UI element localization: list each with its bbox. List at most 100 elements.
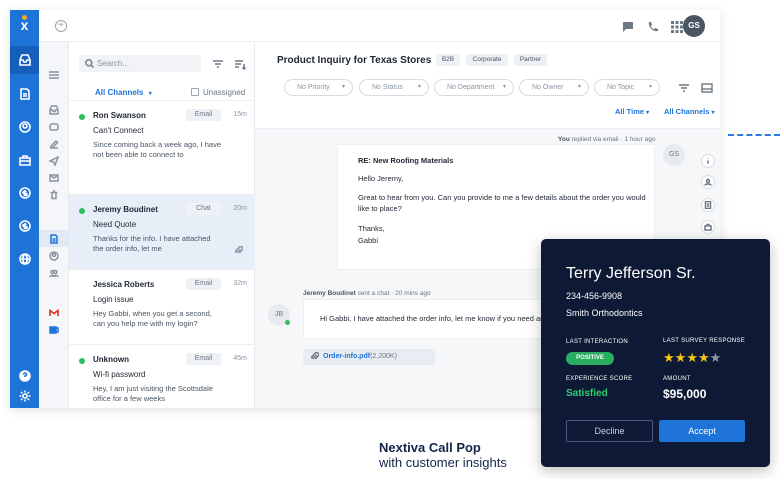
conversation-item[interactable]: Ron Swanson Email 15m Can't Connect Since co…	[69, 100, 255, 175]
channel-badge: Email	[186, 278, 221, 290]
message-preview: Hey, I am just visiting the Scottsdale o…	[93, 384, 213, 403]
chevron-down-icon: ▾	[646, 110, 650, 116]
phone-icon[interactable]	[647, 20, 659, 32]
tag-chip[interactable]: Partner	[514, 54, 547, 66]
group-icon[interactable]	[39, 264, 69, 281]
detail-channel-filter-dropdown[interactable]: All Channels ▾	[664, 107, 715, 116]
paperclip-icon	[234, 242, 244, 254]
send-icon[interactable]	[39, 152, 69, 169]
online-indicator	[79, 114, 85, 120]
primary-nav-rail: x	[10, 10, 39, 408]
star-filled-icon: ★	[697, 350, 710, 365]
inbox-icon[interactable]	[39, 101, 69, 118]
star-filled-icon: ★	[663, 350, 675, 365]
settings-icon[interactable]	[10, 382, 39, 408]
topic-filter[interactable]: No Topic ▾	[594, 79, 660, 96]
add-icon[interactable]: +	[55, 20, 67, 32]
priority-filter[interactable]: No Priority ▾	[284, 79, 353, 96]
tag-chip[interactable]: B2B	[436, 54, 460, 66]
layout-icon[interactable]	[701, 81, 713, 93]
puzzle-icon[interactable]	[701, 220, 715, 234]
email-greeting: Hello Jeremy,	[358, 174, 404, 183]
edit-icon[interactable]	[39, 135, 69, 152]
top-bar: + GS	[39, 10, 720, 42]
search-placeholder: Search...	[97, 59, 130, 68]
time-filter-dropdown[interactable]: All Time ▾	[615, 107, 649, 116]
caller-company: Smith Orthodontics	[566, 308, 643, 318]
gmail-icon[interactable]	[39, 304, 69, 321]
tag-chip[interactable]: Corporate	[466, 54, 508, 66]
contact-name: Unknown	[93, 355, 129, 364]
conversation-item[interactable]: Jessica Roberts Email 32m Login issue Hey Ga…	[69, 269, 255, 344]
checkbox-box	[191, 88, 199, 96]
sort-icon[interactable]	[234, 57, 247, 71]
email-body: Great to hear from you. Can you provide …	[358, 193, 646, 213]
document-icon[interactable]	[10, 80, 39, 108]
chat-meta-time: 20 mins ago	[395, 290, 431, 297]
chevron-down-icon: ▾	[417, 84, 421, 90]
mail-icon[interactable]	[39, 169, 69, 186]
message-subject: Login issue	[93, 295, 134, 304]
inbox-icon[interactable]	[10, 46, 39, 74]
document-icon[interactable]	[39, 230, 69, 247]
amount-value: $95,000	[663, 387, 707, 401]
status-filter[interactable]: No Status ▾	[359, 79, 429, 96]
accept-button[interactable]: Accept	[659, 420, 745, 442]
chevron-down-icon: ▾	[341, 84, 345, 90]
briefcase-icon[interactable]	[10, 146, 39, 174]
dashed-connector	[728, 134, 780, 136]
channel-badge: Email	[186, 353, 221, 365]
notes-icon[interactable]	[701, 198, 715, 212]
globe-icon[interactable]	[10, 245, 39, 273]
brand-logo[interactable]: x	[17, 18, 32, 33]
menu-icon[interactable]	[39, 66, 69, 83]
unassigned-checkbox[interactable]: Unassigned	[191, 88, 245, 97]
video-icon[interactable]	[39, 118, 69, 135]
contact-icon[interactable]	[701, 175, 715, 189]
message-preview: Hey Gabbi, when you get a second, can yo…	[93, 309, 212, 328]
owner-filter-label: No Owner	[532, 84, 564, 91]
channel-filter-label: All Channels	[95, 88, 144, 97]
trash-icon[interactable]	[39, 186, 69, 203]
amount-label: AMOUNT	[663, 376, 691, 382]
owner-filter[interactable]: No Owner ▾	[519, 79, 589, 96]
filter-icon[interactable]	[678, 81, 690, 93]
contact-name: Ron Swanson	[93, 111, 146, 120]
conversation-item[interactable]: Jeremy Boudinet Chat 20m Need Quote Thanks f…	[69, 194, 255, 269]
contact-name: Jessica Roberts	[93, 280, 155, 289]
info-icon[interactable]	[701, 154, 715, 168]
decline-button[interactable]: Decline	[566, 420, 653, 442]
priority-filter-label: No Priority	[297, 84, 330, 91]
email-meta-time: 1 hour ago	[624, 136, 656, 143]
channel-badge: Email	[186, 109, 221, 121]
dollar-alt-icon[interactable]	[10, 212, 39, 240]
attachment-link[interactable]: Order-info.pdf(2,200K)	[303, 349, 435, 365]
experience-score-value: Satisfied	[566, 388, 608, 399]
time-filter-label: All Time	[615, 107, 645, 116]
user-avatar[interactable]: GS	[683, 15, 705, 37]
search-input[interactable]: Search...	[79, 55, 201, 72]
email-closing: Thanks,	[358, 224, 385, 233]
message-preview: Since coming back a week ago, I have not…	[93, 140, 221, 159]
dollar-icon[interactable]	[10, 179, 39, 207]
chat-icon[interactable]	[622, 20, 634, 32]
conversation-list: Search... All Channels ▾ Unassigned Ron …	[69, 42, 255, 408]
attachment-size: (2,200K)	[370, 353, 397, 360]
department-filter[interactable]: No Department ▾	[434, 79, 514, 96]
outlook-icon[interactable]	[39, 321, 69, 338]
survey-rating: ★★★★★	[663, 350, 721, 366]
conversation-title: Product Inquiry for Texas Stores	[277, 55, 432, 66]
message-time: 32m	[233, 280, 247, 287]
message-subject: Need Quote	[93, 220, 137, 229]
apps-icon[interactable]	[671, 20, 683, 33]
conversation-item[interactable]: Unknown Email 45m Wi-fi password Hey, I am j…	[69, 344, 255, 408]
caller-phone: 234-456-9908	[566, 291, 623, 301]
person-icon[interactable]	[39, 247, 69, 264]
online-indicator	[79, 208, 85, 214]
contact-icon[interactable]	[10, 113, 39, 141]
caption-subtitle: with customer insights	[379, 455, 507, 470]
last-survey-label: LAST SURVEY RESPONSE	[663, 338, 746, 344]
brand-logo-dot	[22, 15, 27, 20]
filter-icon[interactable]	[212, 57, 224, 69]
channel-filter-dropdown[interactable]: All Channels ▾	[95, 88, 152, 97]
